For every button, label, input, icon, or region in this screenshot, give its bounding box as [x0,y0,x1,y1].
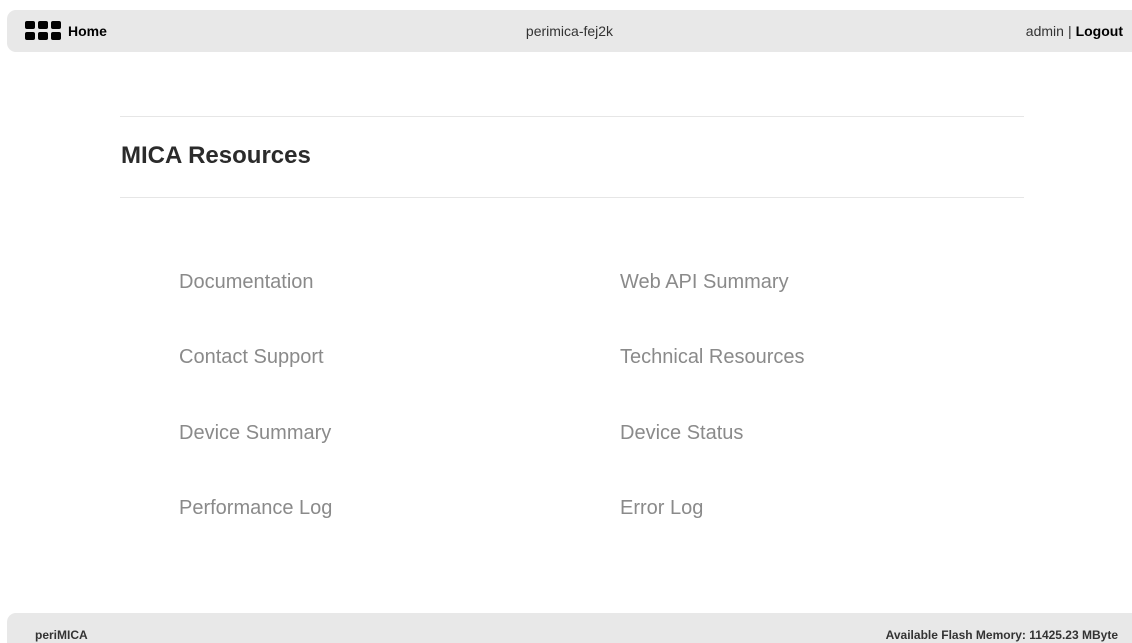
device-hostname: perimica-fej2k [525,23,614,39]
top-navigation-bar: Home perimica-fej2k admin | Logout [7,10,1132,52]
device-status-link[interactable]: Device Status [620,422,743,445]
error-log-link[interactable]: Error Log [620,497,703,520]
logout-link[interactable]: Logout [1076,23,1123,39]
page: Home perimica-fej2k admin | Logout MICA Re… [0,0,1132,643]
user-box: admin | Logout [1026,23,1123,39]
title-divider-top [120,116,1024,117]
username: admin [1025,23,1064,39]
title-divider-bottom [120,197,1024,198]
page-title: MICA Resources [121,142,311,169]
documentation-link[interactable]: Documentation [179,271,314,294]
technical-resources-link[interactable]: Technical Resources [620,346,805,369]
performance-log-link[interactable]: Performance Log [179,497,332,520]
user-separator: | [1067,23,1072,39]
device-summary-link[interactable]: Device Summary [179,422,331,445]
footer-brand: periMICA [35,628,88,642]
web-api-summary-link[interactable]: Web API Summary [620,271,789,294]
contact-support-link[interactable]: Contact Support [179,346,324,369]
footer-bar: periMICA Available Flash Memory: 11425.2… [7,613,1132,643]
flash-memory-status: Available Flash Memory: 11425.23 MByte [885,628,1118,642]
